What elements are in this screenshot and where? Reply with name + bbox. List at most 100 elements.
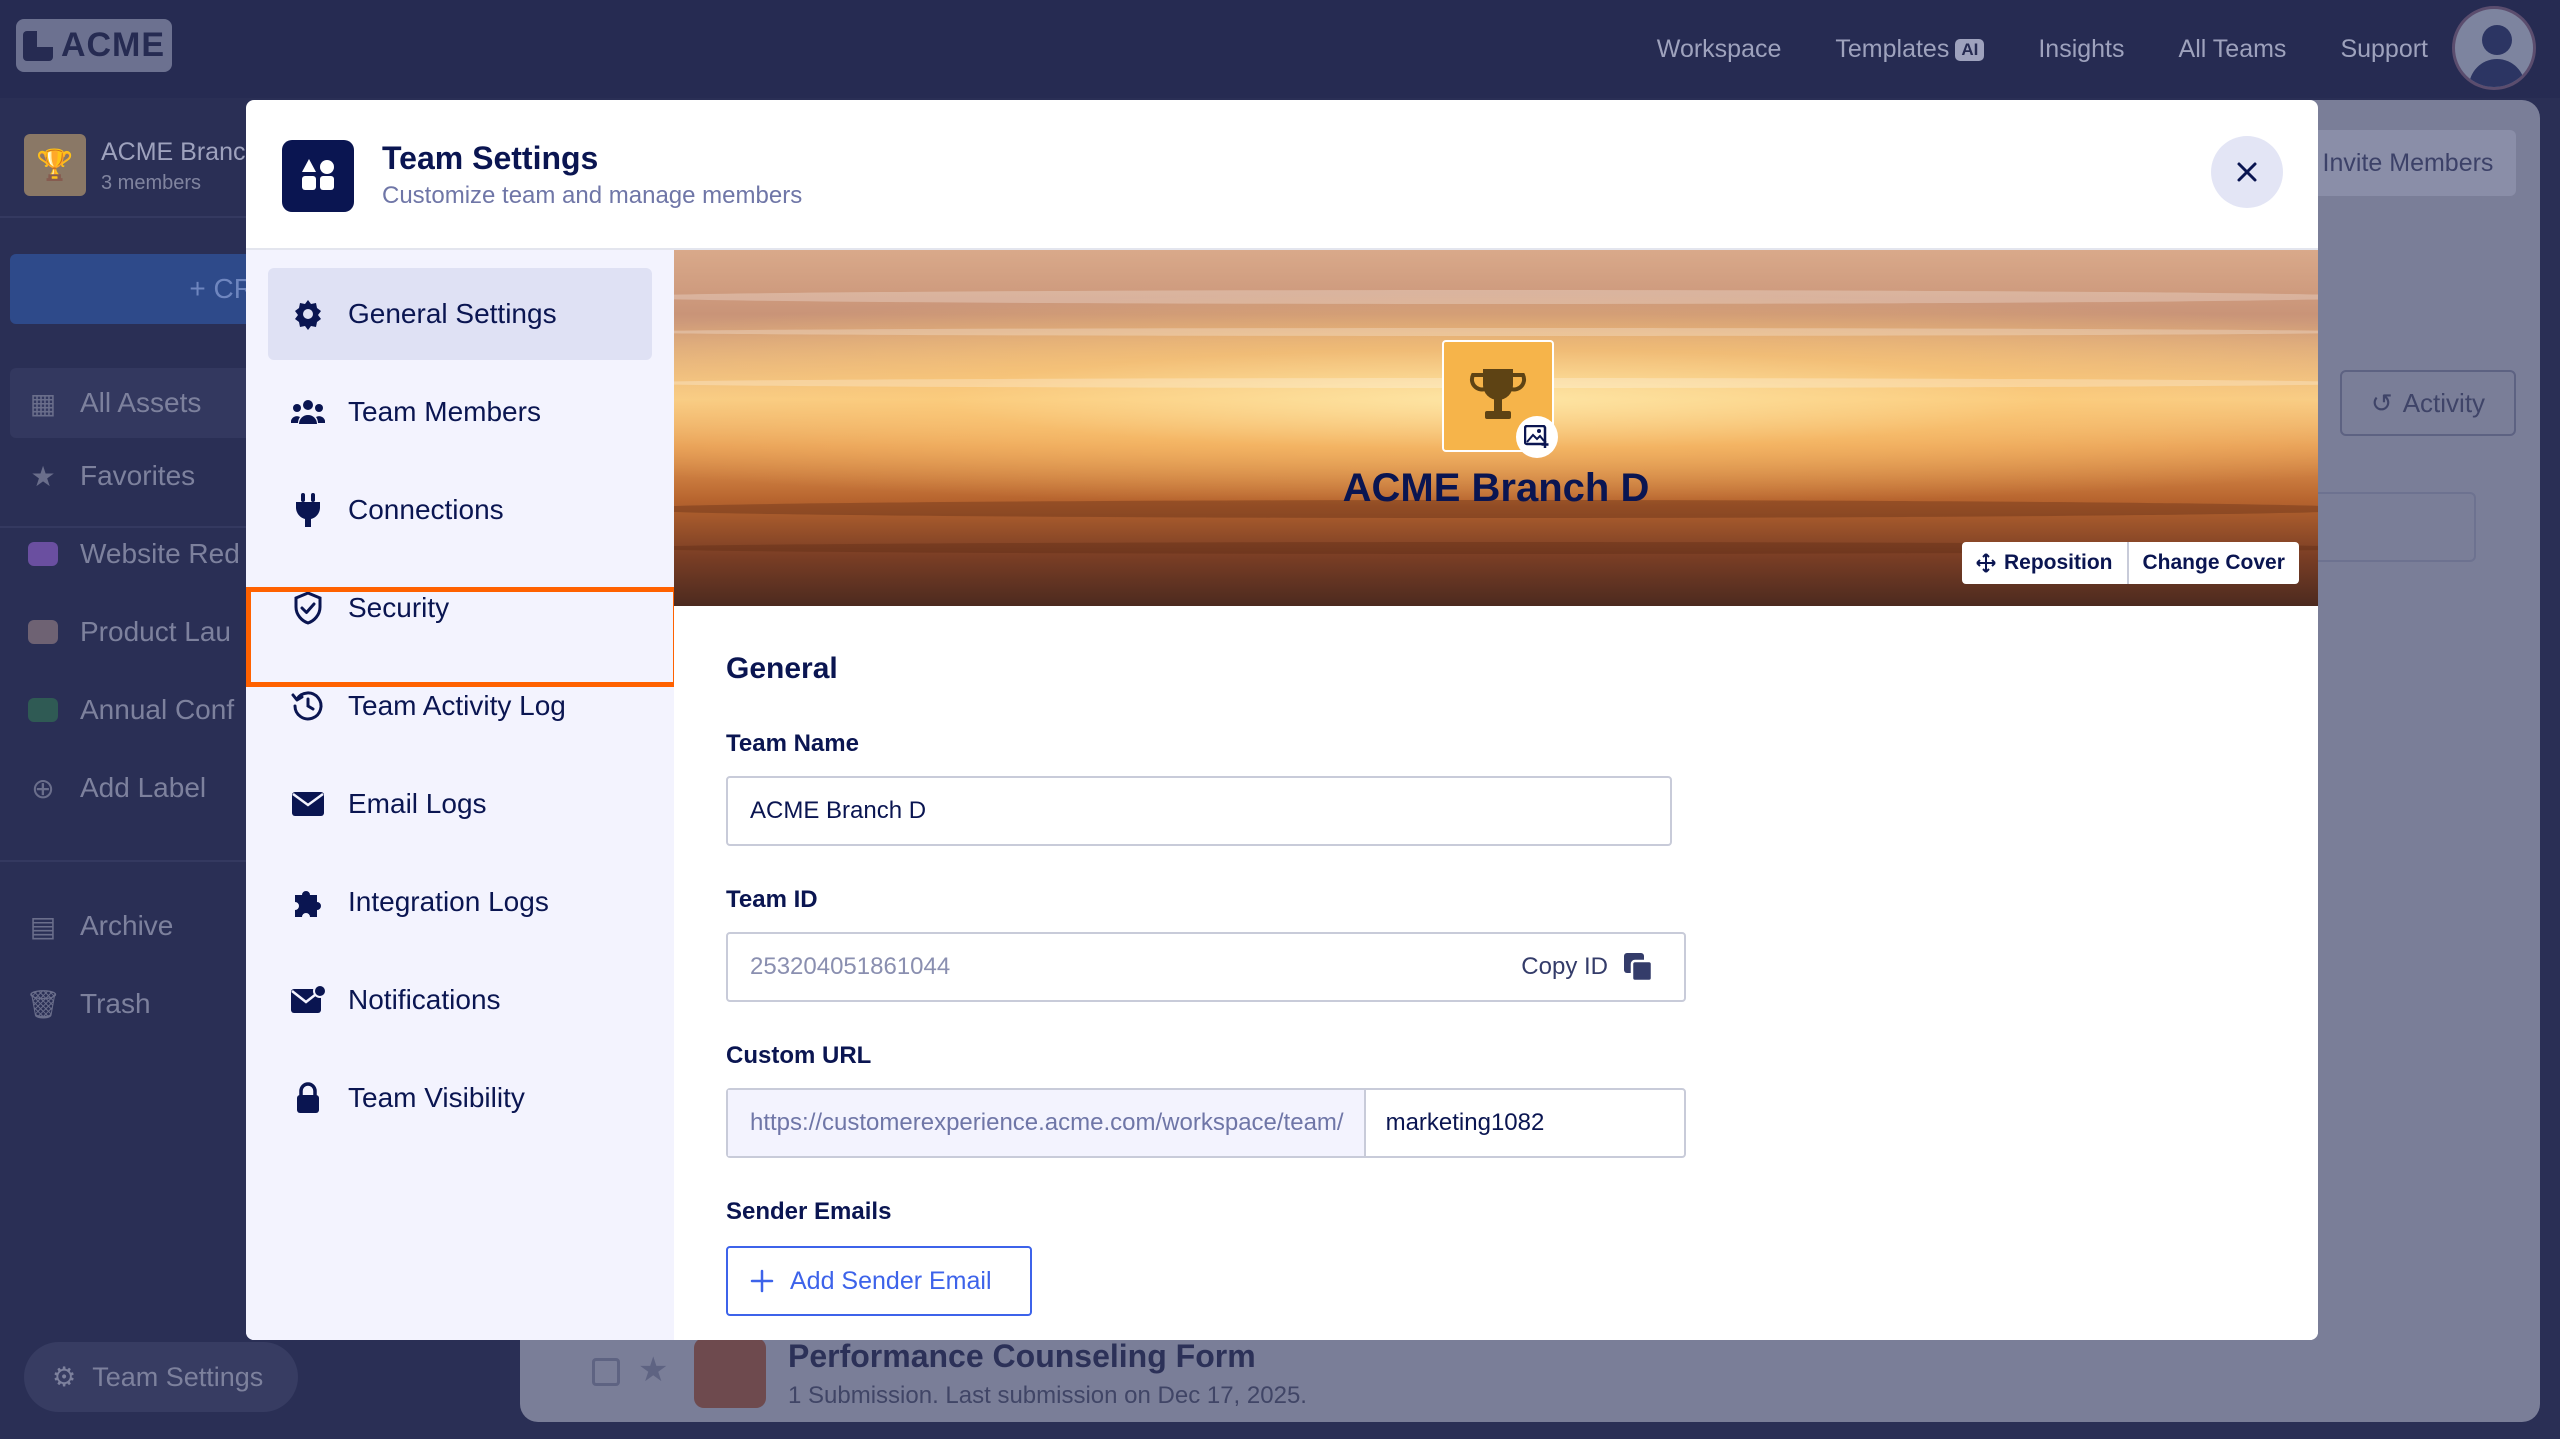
- shield-check-icon: [290, 590, 326, 626]
- menu-item-team-activity-log[interactable]: Team Activity Log: [268, 660, 652, 752]
- sidebar-item-annual-conf[interactable]: Annual Conf: [28, 694, 234, 726]
- menu-item-security[interactable]: Security: [268, 562, 652, 654]
- team-id-value: 253204051861044: [750, 953, 951, 980]
- sidebar-divider: [0, 860, 250, 862]
- sidebar-item-favorites[interactable]: ★ Favorites: [28, 460, 195, 492]
- lock-icon: [290, 1080, 326, 1116]
- menu-item-notifications[interactable]: Notifications: [268, 954, 652, 1046]
- nav-templates[interactable]: Templates AI: [1835, 34, 1985, 64]
- nav-support[interactable]: Support: [2340, 35, 2428, 64]
- custom-url-prefix: https://customerexperience.acme.com/work…: [728, 1090, 1366, 1156]
- reposition-label: Reposition: [2004, 551, 2113, 574]
- menu-item-integration-logs[interactable]: Integration Logs: [268, 856, 652, 948]
- team-name-heading: ACME Branch D: [1342, 466, 1650, 510]
- search-input[interactable]: [2300, 492, 2476, 562]
- sidebar-item-label: All Assets: [80, 387, 202, 418]
- sidebar-item-trash[interactable]: 🗑 Trash: [25, 988, 151, 1020]
- avatar-body-icon: [2469, 59, 2525, 87]
- sidebar-item-add-label[interactable]: ⊕ Add Label: [28, 772, 206, 804]
- nav-insights[interactable]: Insights: [2038, 35, 2124, 64]
- sidebar-item-label: Website Red: [80, 538, 240, 569]
- settings-menu: General Settings Team Members Connection…: [246, 250, 674, 1340]
- team-id-field: 253204051861044 Copy ID: [726, 932, 1686, 1002]
- team-cover-image: ACME Branch D Reposition Change Cover: [674, 250, 2318, 606]
- team-trophy-icon[interactable]: 🏆: [24, 134, 86, 196]
- team-name-input[interactable]: [728, 778, 1670, 844]
- history-icon: ↺: [2370, 387, 2393, 418]
- menu-item-connections[interactable]: Connections: [268, 464, 652, 556]
- custom-url-field: https://customerexperience.acme.com/work…: [726, 1088, 1686, 1158]
- sidebar-item-website-red[interactable]: Website Red: [28, 538, 240, 570]
- create-button[interactable]: + CR: [10, 254, 270, 324]
- team-settings-modal: Team Settings Customize team and manage …: [246, 100, 2318, 1340]
- nav-workspace[interactable]: Workspace: [1657, 35, 1782, 64]
- sidebar-item-all-assets[interactable]: ▦ All Assets: [10, 368, 260, 438]
- form-title[interactable]: Performance Counseling Form: [788, 1338, 1256, 1375]
- copy-icon: [1624, 953, 1654, 983]
- image-edit-icon: [1524, 425, 1549, 448]
- sidebar-item-product-launch[interactable]: Product Lau: [28, 616, 231, 648]
- star-icon: ★: [30, 460, 56, 492]
- activity-button[interactable]: ↺ Activity: [2340, 370, 2516, 436]
- archive-icon: ▤: [29, 910, 57, 942]
- sidebar-team-name[interactable]: ACME Branc: [101, 138, 245, 167]
- sidebar-divider: [0, 526, 250, 528]
- sidebar-divider: [0, 216, 250, 218]
- star-icon[interactable]: ★: [638, 1350, 668, 1390]
- cover-actions: Reposition Change Cover: [1962, 542, 2299, 584]
- grid-icon: ▦: [29, 387, 57, 419]
- user-avatar[interactable]: [2452, 6, 2536, 90]
- acme-logo[interactable]: ACME: [16, 19, 172, 72]
- sidebar-item-label: Favorites: [80, 460, 196, 491]
- copy-id-label: Copy ID: [1521, 953, 1608, 980]
- copy-id-button[interactable]: Copy ID: [1521, 951, 1684, 983]
- section-title: General: [726, 652, 838, 685]
- nav-all-teams[interactable]: All Teams: [2179, 35, 2287, 64]
- reposition-button[interactable]: Reposition: [1962, 542, 2127, 584]
- sidebar-item-label: Add Label: [80, 772, 207, 803]
- trash-icon: 🗑: [25, 988, 61, 1020]
- users-icon: [290, 394, 326, 430]
- sidebar-item-archive[interactable]: ▤ Archive: [28, 910, 174, 942]
- menu-item-label: Team Visibility: [348, 1082, 525, 1113]
- invite-members-button[interactable]: Invite Members: [2300, 130, 2516, 196]
- sidebar: 🏆 ACME Branc 3 members + CR ▦ All Assets…: [0, 98, 270, 1439]
- add-sender-email-label: Add Sender Email: [790, 1266, 992, 1295]
- nav-templates-label: Templates: [1835, 34, 1950, 63]
- menu-item-label: Security: [348, 592, 450, 623]
- close-button[interactable]: [2211, 136, 2283, 208]
- plus-icon: [750, 1269, 774, 1293]
- logo-text: ACME: [60, 26, 166, 64]
- team-name-field[interactable]: [726, 776, 1672, 846]
- history-icon: [290, 688, 326, 724]
- menu-item-general-settings[interactable]: General Settings: [268, 268, 652, 360]
- top-bar: ACME Workspace Templates AI Insights All …: [0, 0, 2560, 98]
- sidebar-item-label: Trash: [80, 988, 151, 1019]
- team-settings-button[interactable]: ⚙ Team Settings: [24, 1342, 298, 1412]
- tag-icon: [28, 542, 58, 566]
- custom-url-slug-input[interactable]: marketing1082: [1366, 1109, 1545, 1137]
- change-cover-label: Change Cover: [2142, 551, 2285, 574]
- change-logo-button[interactable]: [1516, 416, 1558, 458]
- menu-item-label: Connections: [348, 494, 504, 525]
- row-checkbox[interactable]: [592, 1358, 620, 1386]
- add-sender-email-button[interactable]: Add Sender Email: [726, 1246, 1032, 1316]
- sidebar-team-count: 3 members: [101, 172, 202, 194]
- menu-item-label: Notifications: [348, 984, 501, 1015]
- sidebar-item-label: Annual Conf: [80, 694, 235, 725]
- menu-item-label: Email Logs: [348, 788, 487, 819]
- menu-item-team-members[interactable]: Team Members: [268, 366, 652, 458]
- menu-item-label: Integration Logs: [348, 886, 549, 917]
- menu-item-email-logs[interactable]: Email Logs: [268, 758, 652, 850]
- avatar-head-icon: [2482, 25, 2512, 55]
- mail-notification-icon: [290, 982, 326, 1018]
- sender-emails-label: Sender Emails: [726, 1198, 892, 1225]
- puzzle-icon: [290, 884, 326, 920]
- team-name-label: Team Name: [726, 730, 859, 757]
- team-id-label: Team ID: [726, 886, 818, 913]
- change-cover-button[interactable]: Change Cover: [2126, 542, 2299, 584]
- menu-item-label: Team Members: [348, 396, 541, 427]
- menu-item-team-visibility[interactable]: Team Visibility: [268, 1052, 652, 1144]
- envelope-icon: [290, 786, 326, 822]
- ai-badge: AI: [1955, 38, 1985, 61]
